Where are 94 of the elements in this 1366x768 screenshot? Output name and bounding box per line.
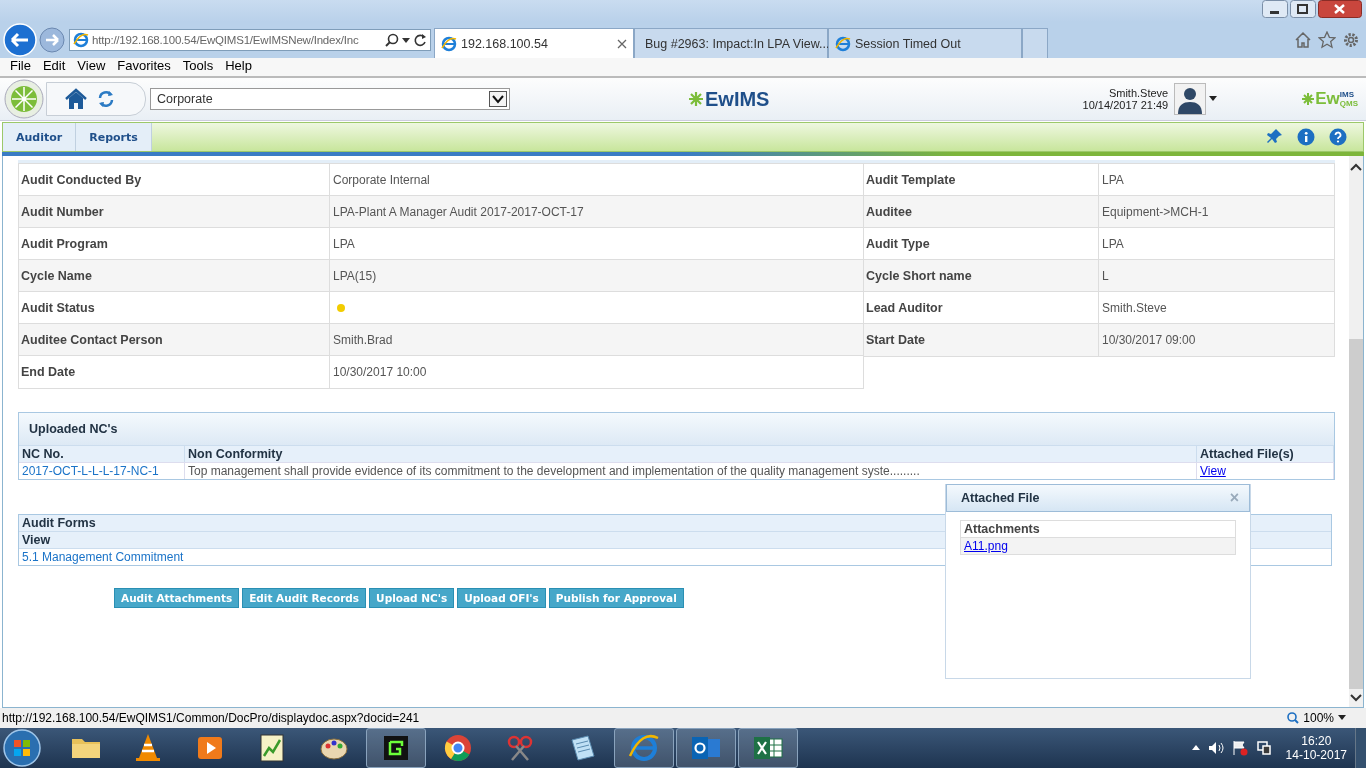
user-name: Smith.Steve <box>1107 87 1169 99</box>
field-value: LPA <box>1101 235 1124 253</box>
browser-tab[interactable]: 192.168.100.54 <box>434 28 634 58</box>
field-label: Audit Template <box>864 164 1099 195</box>
column-header: Attached File(s) <box>1197 445 1334 462</box>
browser-icon <box>441 35 457 52</box>
menu-item[interactable]: File <box>4 58 37 76</box>
caret-icon[interactable] <box>1338 715 1346 721</box>
location-dropdown[interactable]: Corporate <box>150 88 510 110</box>
address-field[interactable]: http://192.168.100.54/EwQIMS1/EwIMSNew/Index/Inc <box>69 29 431 51</box>
field-value: L <box>1101 267 1109 285</box>
field-value: 10/30/2017 09:00 <box>1101 332 1196 349</box>
clock-time[interactable]: 16:20 <box>1285 734 1347 748</box>
column-header: NC No. <box>19 445 185 462</box>
field-value: LPA <box>1101 171 1124 189</box>
flower-icon <box>688 91 704 107</box>
field-value: Equipment->MCH-1 <box>1101 203 1209 221</box>
volume-icon[interactable] <box>1207 741 1224 755</box>
brand-text: IMS <box>1339 90 1355 99</box>
dialog-title: Attached File <box>961 491 1040 505</box>
field-label: Auditee Contact Person <box>19 324 330 355</box>
tab-label: 192.168.100.54 <box>461 36 549 51</box>
field-label: Audit Program <box>19 228 330 259</box>
close-icon[interactable] <box>617 38 627 49</box>
minimize-icon[interactable] <box>1262 0 1288 18</box>
view-link[interactable]: View <box>1200 464 1226 478</box>
menu-item[interactable]: Favorites <box>111 58 177 76</box>
scroll-thumb[interactable] <box>1349 339 1363 689</box>
taskbar-button[interactable] <box>366 728 426 768</box>
scroll-up-icon[interactable] <box>1350 162 1362 172</box>
field-value: Smith.Brad <box>332 331 393 349</box>
home-icon[interactable] <box>65 88 87 110</box>
settings-icon[interactable] <box>1342 31 1360 49</box>
pin-icon[interactable] <box>1267 128 1283 144</box>
menu-item[interactable]: Tools <box>176 58 220 76</box>
menu-item[interactable]: Help <box>219 58 258 76</box>
scroll-down-icon[interactable] <box>1350 693 1362 703</box>
field-value: Smith.Steve <box>1101 299 1167 317</box>
section-title: Uploaded NC's <box>19 413 1334 445</box>
browser-icon <box>835 35 851 52</box>
brand-text: QMS <box>1339 99 1358 108</box>
tab-label: Bug #2963: Impact:In LPA View... <box>645 36 830 51</box>
field-value: LPA <box>332 235 355 253</box>
start-icon[interactable] <box>2 728 42 768</box>
date-time: 10/14/2017 21:49 <box>1082 99 1169 111</box>
status-url: http://192.168.100.54/EwQIMS1/Common/DocPro/displaydoc.aspx?docid=241 <box>2 711 420 725</box>
tray-arrow-icon[interactable] <box>1191 745 1200 751</box>
avatar-icon[interactable] <box>1174 83 1207 115</box>
nav-tab[interactable]: Auditor <box>3 123 77 151</box>
address-text[interactable]: http://192.168.100.54/EwQIMS1/EwIMSNew/Index/Inc <box>92 34 359 46</box>
forward-icon[interactable] <box>39 27 65 53</box>
field-label: Lead Auditor <box>864 292 1099 323</box>
field-label: Auditee <box>864 196 1099 227</box>
network-icon[interactable] <box>1255 740 1272 756</box>
zoom-level[interactable]: 100% <box>1303 711 1334 725</box>
flag-icon[interactable] <box>1231 740 1248 756</box>
caret-icon[interactable] <box>1209 96 1218 102</box>
browser-tab[interactable]: Bug #2963: Impact:In LPA View... <box>634 28 828 58</box>
field-value: LPA-Plant A Manager Audit 2017-2017-OCT-17 <box>332 203 584 221</box>
field-label: Audit Type <box>864 228 1099 259</box>
field-label: Audit Conducted By <box>19 164 330 195</box>
flower-icon <box>1301 92 1316 106</box>
taskbar-button[interactable] <box>738 728 798 768</box>
tab-label: Session Timed Out <box>855 36 962 51</box>
back-icon[interactable] <box>3 23 37 57</box>
help-icon[interactable] <box>1329 128 1347 146</box>
zoom-icon[interactable] <box>1287 712 1300 724</box>
search-icon[interactable] <box>385 33 399 47</box>
field-label: Cycle Short name <box>864 260 1099 291</box>
field-value: 10/30/2017 10:00 <box>332 364 427 381</box>
table-cell: Top management shall provide evidence of its commitment to the development and implementation of the quality management syste......... <box>185 462 1197 479</box>
column-header: Non Conformity <box>185 445 1197 462</box>
nav-tab[interactable]: Reports <box>76 123 152 151</box>
info-icon[interactable] <box>1297 128 1315 146</box>
nc-number-link[interactable]: 2017-OCT-L-L-L-17-NC-1 <box>19 462 185 479</box>
field-label: Cycle Name <box>19 260 330 291</box>
brand-text: Ew <box>1315 89 1340 109</box>
maximize-icon[interactable] <box>1290 0 1316 18</box>
home-icon[interactable] <box>1294 31 1312 49</box>
field-label: Audit Number <box>19 196 330 227</box>
close-icon[interactable] <box>1318 0 1362 18</box>
field-value: LPA(15) <box>332 267 377 285</box>
menu-item[interactable]: View <box>71 58 112 76</box>
browser-icon <box>73 32 89 48</box>
field-label: End Date <box>19 356 330 388</box>
menu-item[interactable]: Edit <box>36 58 72 76</box>
star-icon[interactable] <box>1318 31 1336 49</box>
field-value: Corporate Internal <box>332 171 430 189</box>
logo-text: EwIMS <box>705 87 770 111</box>
field-label: Start Date <box>864 324 1099 356</box>
browser-tab[interactable]: Session Timed Out <box>828 28 1022 58</box>
clock-date[interactable]: 14-10-2017 <box>1285 748 1347 762</box>
refresh-icon[interactable] <box>413 33 427 47</box>
field-label: Audit Status <box>19 292 330 323</box>
